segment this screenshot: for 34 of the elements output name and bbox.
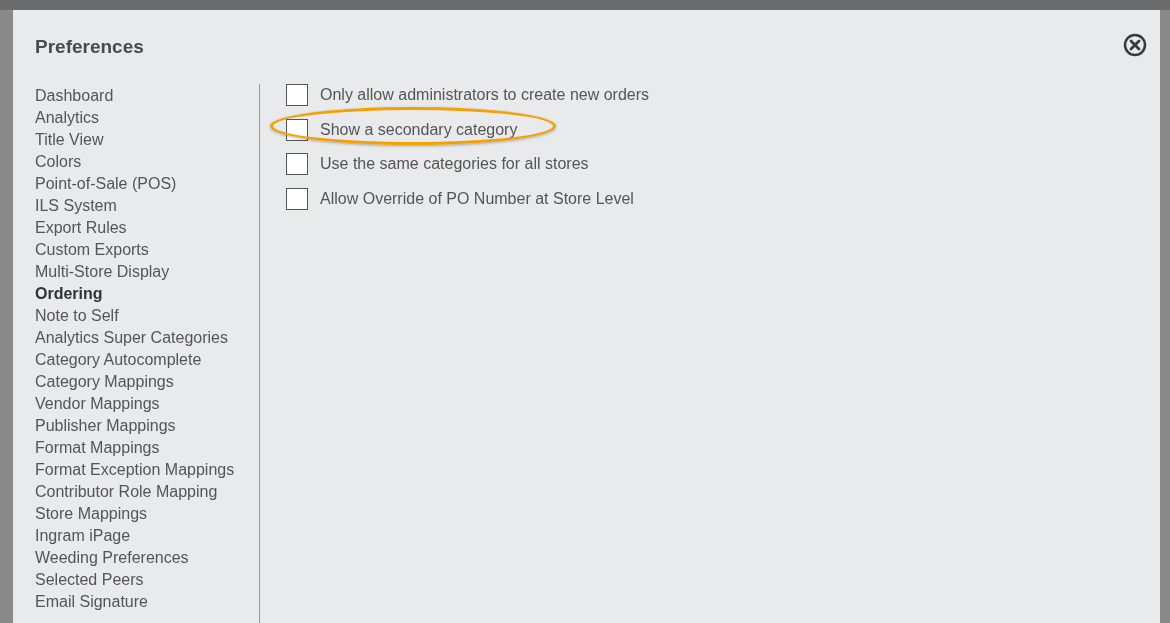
sidebar-item[interactable]: Title View bbox=[35, 129, 259, 151]
checkbox[interactable] bbox=[286, 153, 308, 175]
sidebar-item[interactable]: Ingram iPage bbox=[35, 525, 259, 547]
checkbox-label: Allow Override of PO Number at Store Level bbox=[320, 188, 634, 209]
sidebar-item[interactable]: Dashboard bbox=[35, 85, 259, 107]
checkbox[interactable] bbox=[286, 118, 308, 141]
sidebar-item[interactable]: Analytics bbox=[35, 107, 259, 129]
sidebar-item[interactable]: Colors bbox=[35, 151, 259, 173]
sidebar-item[interactable]: Format Exception Mappings bbox=[35, 459, 259, 481]
checkbox-label: Use the same categories for all stores bbox=[320, 154, 589, 174]
checkbox-label: Show a secondary category bbox=[320, 119, 518, 140]
sidebar-item[interactable]: Selected Peers bbox=[35, 569, 259, 591]
sidebar-item[interactable]: Analytics Super Categories bbox=[35, 327, 259, 349]
checkbox-label: Only allow administrators to create new orders bbox=[320, 85, 650, 105]
sidebar-item[interactable]: Point-of-Sale (POS) bbox=[35, 173, 259, 195]
checkbox[interactable] bbox=[286, 187, 308, 210]
sidebar-item[interactable]: Category Mappings bbox=[35, 371, 259, 393]
sidebar-item[interactable]: Publisher Mappings bbox=[35, 415, 259, 437]
sidebar-item[interactable]: Format Mappings bbox=[35, 437, 259, 459]
sidebar-item[interactable]: Vendor Mappings bbox=[35, 393, 259, 415]
sidebar-item[interactable]: Weeding Preferences bbox=[35, 547, 259, 569]
sidebar-item[interactable]: Note to Self bbox=[35, 305, 259, 327]
sidebar-item[interactable]: Email Signature bbox=[35, 591, 259, 613]
sidebar-item[interactable]: Store Mappings bbox=[35, 503, 259, 525]
sidebar-item[interactable]: Export Rules bbox=[35, 217, 259, 239]
sidebar-item[interactable]: Custom Exports bbox=[35, 239, 259, 261]
sidebar-item[interactable]: Multi-Store Display bbox=[35, 261, 259, 283]
sidebar-item[interactable]: Category Autocomplete bbox=[35, 349, 259, 371]
checkbox[interactable] bbox=[286, 84, 308, 106]
sidebar-item[interactable]: Ordering bbox=[35, 283, 259, 305]
dialog-title: Preferences bbox=[35, 35, 144, 59]
sidebar-item[interactable]: Contributor Role Mapping bbox=[35, 481, 259, 503]
close-icon[interactable] bbox=[1123, 33, 1147, 57]
sidebar-item[interactable]: ILS System bbox=[35, 195, 259, 217]
